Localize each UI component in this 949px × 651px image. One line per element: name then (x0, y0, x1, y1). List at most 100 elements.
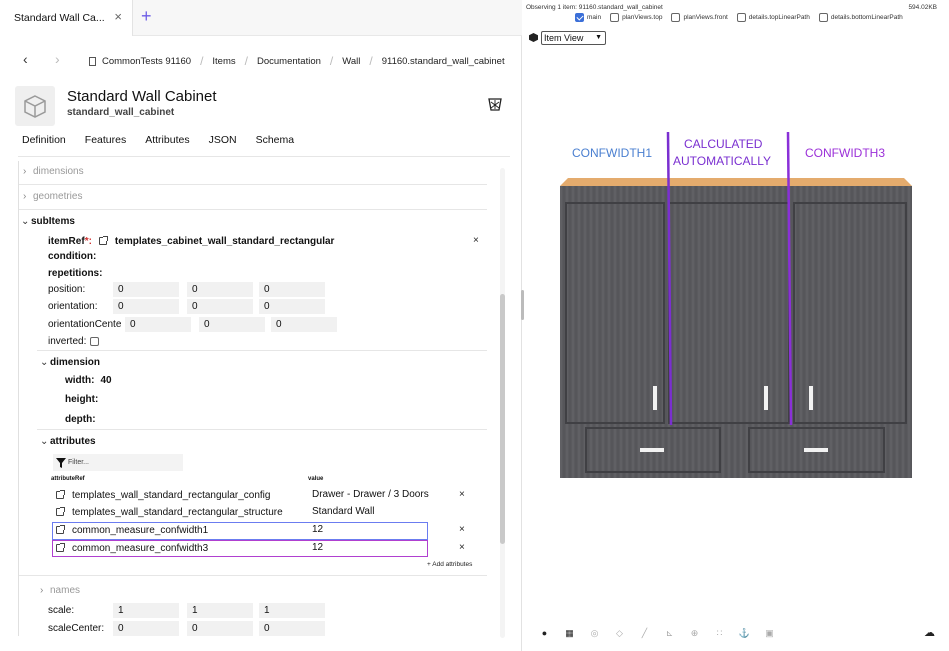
tree-node-dimensions[interactable]: › dimensions (23, 162, 84, 180)
depth-row: depth: (65, 410, 96, 428)
breadcrumb-item-wall[interactable]: Wall (342, 56, 360, 67)
remove-attribute-icon[interactable]: × (459, 489, 465, 500)
layer-checkboxes: main planViews.top planViews.front detai… (575, 13, 903, 22)
tab-schema[interactable]: Schema (256, 134, 295, 146)
breadcrumb-item-current[interactable]: 91160.standard_wall_cabinet (382, 56, 505, 67)
tab-json[interactable]: JSON (209, 134, 237, 146)
tree-node-geometries[interactable]: › geometries (23, 187, 82, 205)
table-row[interactable]: templates_wall_standard_rectangular_stru… (56, 503, 283, 521)
sphere-icon[interactable]: ◎ (582, 626, 607, 640)
external-link-icon[interactable] (56, 490, 65, 499)
tab-standard-wall-cabinet[interactable]: Standard Wall Ca... × (0, 0, 133, 36)
attr-ref[interactable]: templates_wall_standard_rectangular_conf… (72, 490, 270, 501)
scale-y-input[interactable]: 1 (187, 603, 253, 618)
checkbox-checked[interactable] (575, 13, 584, 22)
breadcrumb-item-project[interactable]: CommonTests 91160 (102, 56, 191, 67)
grid-icon[interactable]: ▦ (557, 626, 582, 640)
target-icon[interactable]: ⊕ (682, 626, 707, 640)
scale-z-input[interactable]: 1 (259, 603, 325, 618)
scale-x-input[interactable]: 1 (113, 603, 179, 618)
layer-details-bottom[interactable]: details.bottomLinearPath (818, 13, 903, 22)
checkbox[interactable] (610, 13, 620, 22)
attr-table-header: attributeRef (51, 473, 85, 485)
inverted-row: inverted: (48, 332, 100, 350)
attr-value[interactable]: Standard Wall (312, 506, 374, 517)
layer-planviews-front[interactable]: planViews.front (671, 13, 728, 22)
external-link-icon[interactable] (98, 236, 108, 245)
tree-node-subitems[interactable]: ⌄ subItems (21, 212, 75, 230)
external-link-icon[interactable] (56, 507, 65, 516)
cloud-download-icon[interactable]: ☁ (924, 626, 935, 639)
tab-features[interactable]: Features (85, 134, 126, 146)
dots-icon[interactable]: ∷ (707, 626, 732, 640)
orientation-z-input[interactable]: 0 (259, 299, 325, 314)
divider (37, 429, 487, 430)
scale-center-x-input[interactable]: 0 (113, 621, 179, 636)
position-y-input[interactable]: 0 (187, 282, 253, 297)
page-title: Standard Wall Cabinet (67, 88, 217, 105)
checkbox[interactable] (671, 13, 681, 22)
scale-center-z-input[interactable]: 0 (259, 621, 325, 636)
viewer-pane: Observing 1 item: 91160.standard_wall_ca… (524, 0, 949, 651)
width-label: width: (65, 374, 95, 386)
breadcrumb-separator: / (369, 54, 373, 68)
position-row: position: (48, 280, 85, 298)
orientation-y-input[interactable]: 0 (187, 299, 253, 314)
layer-planviews-top[interactable]: planViews.top (610, 13, 662, 22)
remove-attribute-icon[interactable]: × (459, 542, 465, 553)
orientation-center-z-input[interactable]: 0 (271, 317, 337, 332)
tree-node-names[interactable]: › names (40, 581, 80, 599)
scrollbar-thumb[interactable] (500, 294, 505, 544)
item-editor-pane: Standard Wall Ca... × + ‹ › CommonTests … (0, 0, 522, 651)
brush-icon[interactable]: ╱ (632, 626, 657, 640)
orientation-x-input[interactable]: 0 (113, 299, 179, 314)
inverted-checkbox[interactable] (90, 336, 100, 346)
back-arrow-icon[interactable]: ‹ (23, 51, 28, 67)
attr-ref[interactable]: templates_wall_standard_rectangular_stru… (72, 507, 283, 518)
remove-attribute-icon[interactable]: × (459, 524, 465, 535)
table-row[interactable]: templates_wall_standard_rectangular_conf… (56, 486, 270, 504)
viewer-toolbar: ● ▦ ◎ ◇ ╱ ⊾ ⊕ ∷ ⚓ ▣ (532, 626, 782, 640)
position-label: position: (48, 283, 86, 295)
orientation-center-x-input[interactable]: 0 (125, 317, 191, 332)
add-tab-button[interactable]: + (141, 6, 152, 27)
position-z-input[interactable]: 0 (259, 282, 325, 297)
breadcrumb-item-documentation[interactable]: Documentation (257, 56, 321, 67)
orientation-center-row: orientationCente (48, 315, 121, 333)
breadcrumb-item-items[interactable]: Items (212, 56, 235, 67)
itemref-label: itemRef (48, 235, 85, 247)
attr-value[interactable]: Drawer - Drawer / 3 Doors (312, 489, 429, 500)
box-icon[interactable]: ◇ (607, 626, 632, 640)
tab-definition[interactable]: Definition (22, 134, 66, 146)
checkbox[interactable] (736, 13, 746, 22)
layer-main[interactable]: main (575, 13, 601, 22)
remove-subitem-icon[interactable]: × (473, 235, 479, 246)
position-x-input[interactable]: 0 (113, 282, 179, 297)
attribute-filter-input[interactable]: Filter... (53, 454, 183, 471)
cube-icon (24, 95, 46, 118)
layer-details-top[interactable]: details.topLinearPath (736, 13, 810, 22)
scale-center-y-input[interactable]: 0 (187, 621, 253, 636)
close-icon[interactable]: × (114, 10, 122, 24)
screenshot-icon[interactable]: ▣ (757, 626, 782, 640)
orientation-label: orientation: (48, 300, 98, 312)
ruler-icon[interactable]: ⊾ (657, 626, 682, 640)
tree-node-attributes[interactable]: ⌄ attributes (40, 432, 96, 450)
tree-node-dimension[interactable]: ⌄ dimension (40, 353, 100, 371)
delete-basket-icon[interactable] (487, 96, 503, 115)
view-mode-select[interactable]: Item View ▼ (541, 31, 606, 45)
width-value[interactable]: 40 (100, 375, 111, 386)
palette-icon[interactable]: ● (532, 626, 557, 640)
add-attributes-button[interactable]: + Add attributes (427, 561, 472, 568)
highlight-confwidth1-row (52, 522, 428, 540)
tree-label-dimensions: dimensions (33, 165, 84, 177)
itemref-value-link[interactable]: templates_cabinet_wall_standard_rectangu… (115, 236, 335, 247)
forward-arrow-icon[interactable]: › (55, 51, 60, 67)
orientation-center-y-input[interactable]: 0 (199, 317, 265, 332)
scale-center-row: scaleCenter: (48, 619, 104, 636)
orientation-center-label: orientationCente (48, 318, 122, 330)
tab-attributes[interactable]: Attributes (145, 134, 189, 146)
anchor-icon[interactable]: ⚓ (732, 626, 757, 640)
checkbox[interactable] (818, 13, 828, 22)
chevron-right-icon: › (23, 165, 27, 177)
